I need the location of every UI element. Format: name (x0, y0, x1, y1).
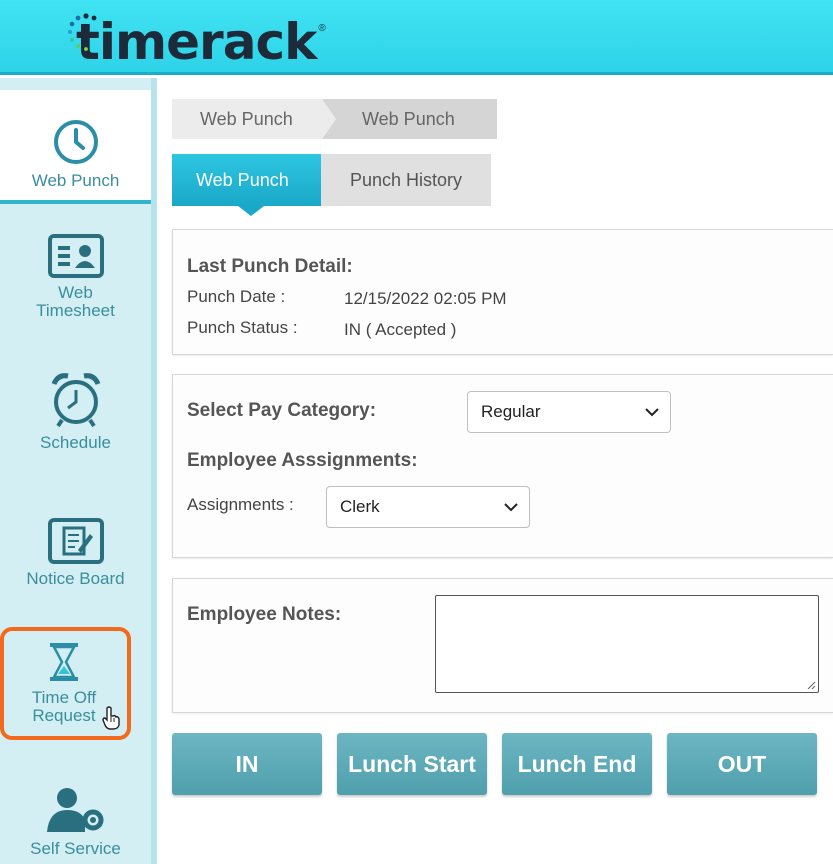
app-header: timerack ® (0, 0, 833, 75)
last-punch-panel: Last Punch Detail: Punch Date : 12/15/20… (172, 229, 833, 355)
sidebar-item-notice-board[interactable]: Notice Board (0, 518, 151, 598)
sidebar-item-label: Timesheet (36, 301, 115, 320)
breadcrumb: Web Punch Web Punch (172, 99, 497, 139)
lunch-end-button[interactable]: Lunch End (502, 733, 652, 795)
tab-web-punch[interactable]: Web Punch (172, 154, 321, 216)
logo-dots-icon (67, 13, 97, 51)
notes-panel: Employee Notes: (172, 578, 833, 713)
last-punch-heading: Last Punch Detail: (187, 256, 353, 277)
assignments-value: Clerk (340, 497, 380, 516)
punch-in-button[interactable]: IN (172, 733, 322, 795)
pay-category-heading: Select Pay Category: (187, 400, 377, 421)
pay-category-value: Regular (481, 402, 541, 421)
sidebar-item-label: Web (58, 283, 93, 302)
user-gear-icon (46, 788, 103, 832)
tab-punch-history[interactable]: Punch History (321, 154, 491, 206)
breadcrumb-item-current: Web Punch (322, 99, 497, 139)
breadcrumb-item-first[interactable]: Web Punch (172, 99, 336, 139)
sidebar-item-web-timesheet[interactable]: Web Timesheet (0, 234, 151, 334)
assignments-select[interactable]: Clerk (326, 486, 530, 528)
alarm-clock-icon (51, 373, 100, 428)
punch-status-label: Punch Status : (187, 318, 298, 337)
punch-status-value: IN ( Accepted ) (344, 320, 457, 339)
sidebar-item-self-service[interactable]: Self Service (0, 786, 151, 864)
sidebar-item-label: Schedule (40, 433, 111, 452)
hand-cursor-icon (102, 706, 120, 730)
timesheet-icon (47, 234, 104, 278)
tab-bar: Web Punch Punch History (172, 154, 491, 216)
punch-date-value: 12/15/2022 02:05 PM (344, 289, 507, 308)
brand-name: timerack (76, 13, 317, 71)
pay-category-panel: Select Pay Category: Regular Employee As… (172, 374, 833, 558)
lunch-start-button[interactable]: Lunch Start (337, 733, 487, 795)
pay-category-select[interactable]: Regular (467, 391, 671, 433)
registered-mark: ® (318, 23, 326, 34)
employee-notes-textarea[interactable] (435, 595, 819, 693)
punch-date-label: Punch Date : (187, 287, 286, 306)
assignments-heading: Employee Asssignments: (187, 450, 418, 471)
sidebar-item-schedule[interactable]: Schedule (0, 370, 151, 460)
timerack-logo: timerack ® (66, 8, 326, 70)
sidebar-item-label: Notice Board (26, 569, 125, 588)
resize-grip-icon[interactable] (806, 680, 816, 690)
notes-heading: Employee Notes: (187, 604, 342, 625)
chevron-down-icon (645, 408, 659, 417)
notice-board-icon (47, 518, 104, 564)
sidebar-item-web-punch[interactable]: Web Punch (0, 90, 151, 204)
clock-icon (53, 120, 98, 164)
punch-out-button[interactable]: OUT (667, 733, 817, 795)
sidebar: Web Punch Web Timesheet Schedule Notice … (0, 78, 157, 864)
assignments-label: Assignments : (187, 495, 294, 514)
sidebar-item-label: Self Service (30, 839, 121, 858)
chevron-down-icon (504, 503, 518, 512)
sidebar-item-label: Web Punch (31, 171, 120, 190)
